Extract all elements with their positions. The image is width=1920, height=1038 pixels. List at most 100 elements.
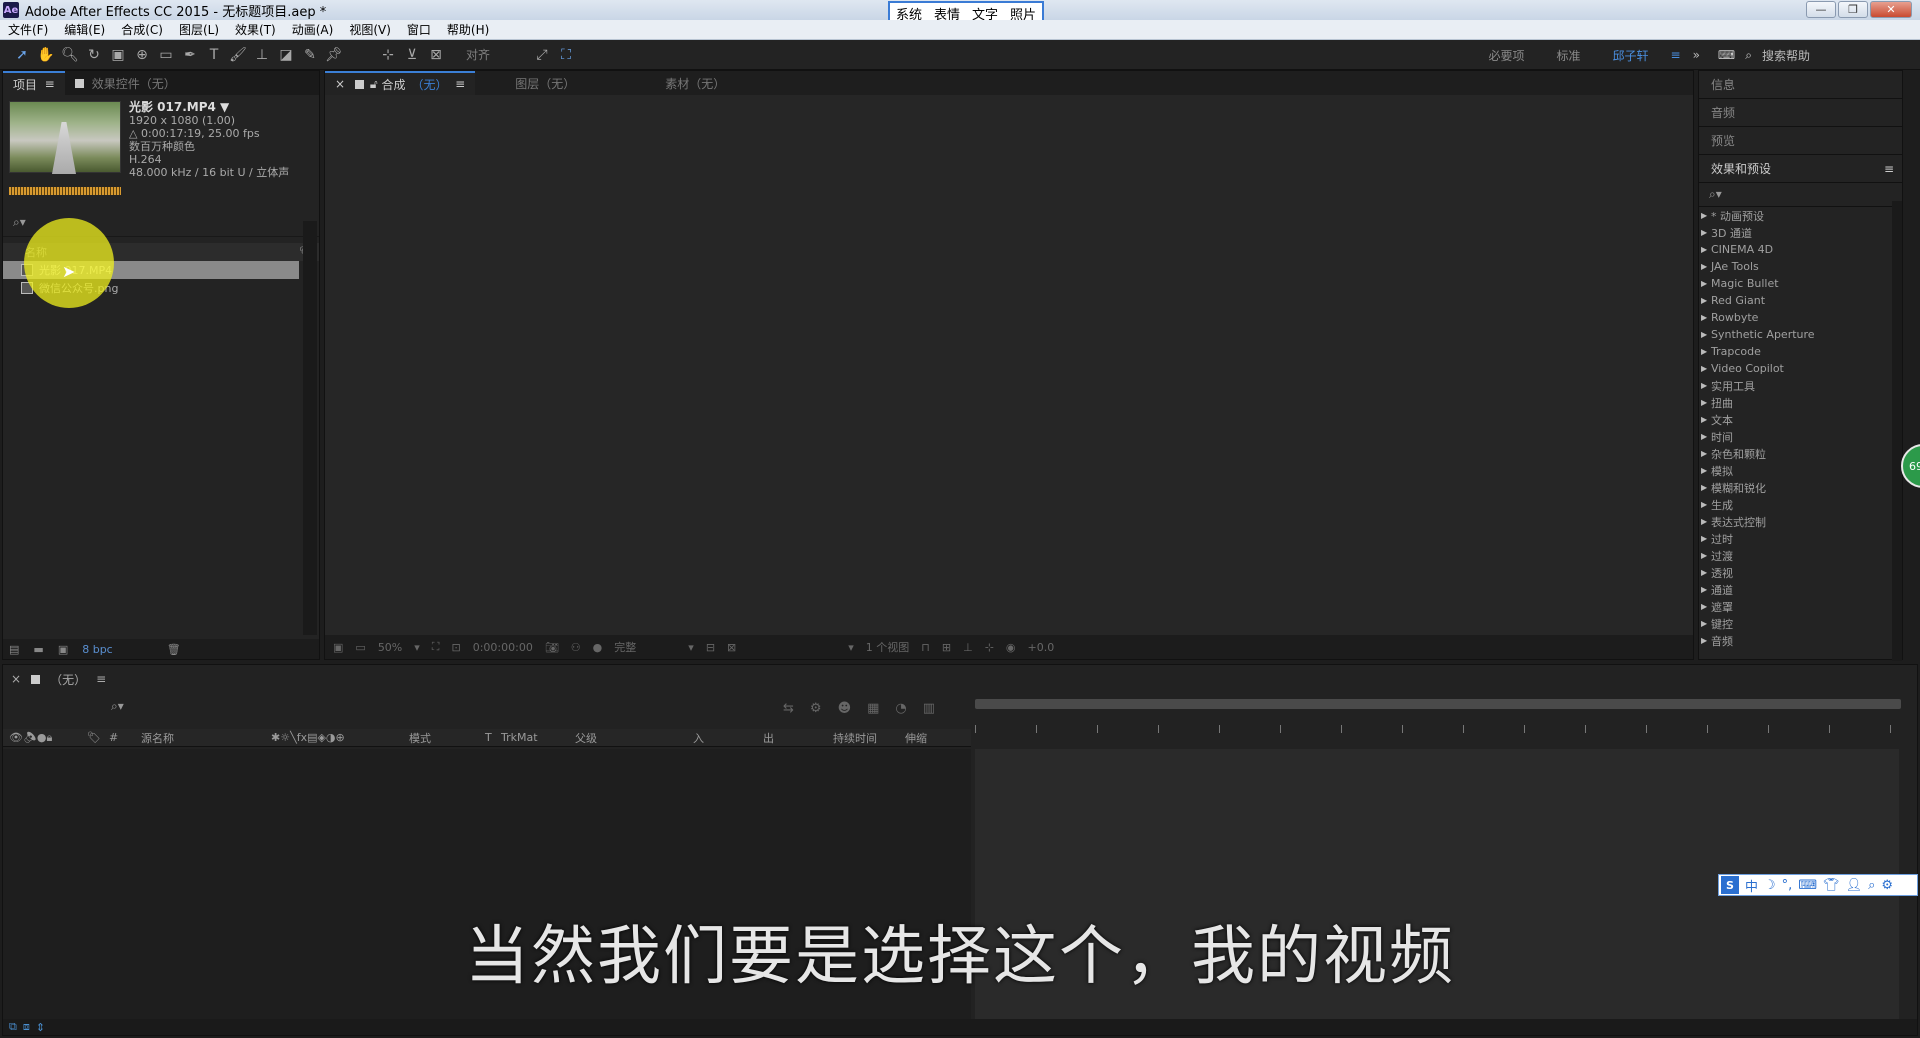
column-preserve-transparency[interactable]: T	[485, 731, 492, 744]
effects-category[interactable]: ▶ 透视	[1701, 564, 1902, 581]
effects-category[interactable]: ▶ Red Giant	[1701, 292, 1902, 309]
menu-layer[interactable]: 图层(L)	[171, 21, 227, 38]
workspace-custom[interactable]: 邱子轩	[1597, 47, 1665, 64]
effects-category[interactable]: ▶ 扭曲	[1701, 394, 1902, 411]
sogou-logo-icon[interactable]: S	[1721, 876, 1739, 894]
new-folder-icon[interactable]: ▬	[33, 643, 43, 656]
search-icon[interactable]: ⌕	[1868, 878, 1875, 893]
column-name[interactable]: 名称	[25, 244, 47, 260]
ime-mode-toggle[interactable]: 中	[1745, 876, 1758, 895]
project-item[interactable]: 光影 017.MP4	[3, 261, 299, 279]
project-scrollbar[interactable]	[303, 221, 317, 635]
local-axis-icon[interactable]: ⊹	[376, 44, 400, 66]
effects-category[interactable]: ▶ Synthetic Aperture	[1701, 326, 1902, 343]
effects-category[interactable]: ▶ Video Copilot	[1701, 360, 1902, 377]
menu-edit[interactable]: 编辑(E)	[56, 21, 113, 38]
exposure-value[interactable]: +0.0	[1028, 641, 1055, 654]
punctuation-icon[interactable]: °,	[1782, 878, 1793, 893]
ime-tab-text[interactable]: 文字	[966, 3, 1004, 23]
tab-footage[interactable]: 素材 （无）	[655, 71, 735, 95]
panel-menu-icon[interactable]: ≡	[96, 672, 106, 686]
snapshot-icon[interactable]: 📷︎	[545, 641, 559, 654]
menu-help[interactable]: 帮助(H)	[439, 21, 497, 38]
exposure-icon[interactable]: ◉	[1006, 641, 1016, 654]
fit-icon[interactable]: ⛶	[432, 640, 440, 654]
column-out[interactable]: 出	[763, 730, 774, 746]
lock-icon[interactable]: 🔓︎	[370, 77, 378, 92]
shy-icon[interactable]: ☻	[838, 701, 852, 716]
motion-blur-icon[interactable]: ◔	[895, 701, 906, 716]
menu-view[interactable]: 视图(V)	[341, 21, 399, 38]
user-icon[interactable]: 👤︎	[1846, 878, 1863, 893]
transfer-controls-icon[interactable]: ⧈	[23, 1020, 30, 1034]
close-icon[interactable]: ×	[335, 77, 345, 91]
roto-brush-tool-icon[interactable]: ✎	[298, 44, 322, 66]
interpret-footage-icon[interactable]: ▤	[9, 643, 19, 656]
column-in[interactable]: 入	[693, 730, 704, 746]
effects-category[interactable]: ▶ 模糊和锐化	[1701, 479, 1902, 496]
effects-category[interactable]: ▶ * 动画预设	[1701, 207, 1902, 224]
floating-badge[interactable]: 69	[1901, 444, 1920, 488]
keyboard-icon[interactable]: ⌨	[1718, 48, 1735, 62]
preview-panel-header[interactable]: 预览	[1699, 127, 1902, 155]
effects-category[interactable]: ▶ 过时	[1701, 530, 1902, 547]
comp-mini-flowchart-icon[interactable]: ⇆	[783, 701, 794, 716]
draft-3d-icon[interactable]: ⚙	[810, 701, 822, 716]
workspace-menu-icon[interactable]: ≡	[1665, 48, 1687, 62]
effects-category[interactable]: ▶ 实用工具	[1701, 377, 1902, 394]
work-area-bar[interactable]	[975, 699, 1901, 709]
resolution-select[interactable]: 完整	[614, 639, 636, 655]
camera-tool-icon[interactable]: ▣	[106, 44, 130, 66]
effects-category[interactable]: ▶ 遮罩	[1701, 598, 1902, 615]
project-search-input[interactable]: ⌕▾	[3, 209, 319, 237]
keyboard-icon[interactable]: ⌨	[1798, 878, 1817, 893]
effects-panel-title[interactable]: 效果和预设	[1711, 160, 1771, 177]
hand-tool-icon[interactable]: ✋	[34, 44, 58, 66]
effects-category[interactable]: ▶ 键控	[1701, 615, 1902, 632]
zoom-select[interactable]: 50%	[378, 641, 402, 654]
menu-animation[interactable]: 动画(A)	[284, 21, 342, 38]
menu-window[interactable]: 窗口	[399, 21, 439, 38]
effects-scrollbar[interactable]	[1892, 201, 1902, 661]
effects-category[interactable]: ▶ 通道	[1701, 581, 1902, 598]
close-button[interactable]: ✕	[1870, 1, 1912, 18]
close-icon[interactable]: ×	[11, 672, 21, 686]
effects-category[interactable]: ▶ 过渡	[1701, 547, 1902, 564]
snap-icon[interactable]: ⤢	[530, 44, 554, 66]
skin-icon[interactable]: 👕︎	[1823, 878, 1840, 893]
column-parent[interactable]: 父级	[575, 730, 597, 746]
layer-switches-toggle-icon[interactable]: ⧉	[9, 1020, 17, 1034]
column-number[interactable]: #	[109, 731, 118, 744]
column-duration[interactable]: 持续时间	[833, 730, 877, 746]
trash-icon[interactable]: 🗑︎	[167, 643, 181, 656]
region-of-interest-icon[interactable]: ⊟	[706, 641, 715, 654]
fast-preview-icon[interactable]: ⊞	[942, 641, 951, 654]
moon-icon[interactable]: ☽	[1764, 878, 1776, 893]
always-preview-icon[interactable]: ▣	[333, 641, 343, 654]
chevron-down-icon[interactable]: ▾	[848, 641, 854, 654]
effects-category[interactable]: ▶ Trapcode	[1701, 343, 1902, 360]
column-mode[interactable]: 模式	[409, 730, 431, 746]
column-stretch[interactable]: 伸缩	[905, 730, 927, 746]
gear-icon[interactable]: ⚙	[1881, 878, 1893, 893]
effects-category[interactable]: ▶ 生成	[1701, 496, 1902, 513]
minimize-button[interactable]: —	[1806, 1, 1836, 18]
frame-blending-icon[interactable]: ▦	[867, 701, 879, 716]
audio-panel-header[interactable]: 音频	[1699, 99, 1902, 127]
effects-search-input[interactable]: ⌕▾	[1699, 183, 1902, 207]
puppet-pin-tool-icon[interactable]: 📌︎	[322, 44, 346, 66]
grid-icon[interactable]: ⊡	[452, 641, 461, 654]
clone-stamp-tool-icon[interactable]: ⊥	[250, 44, 274, 66]
tab-effect-controls[interactable]: 效果控件（无）	[65, 71, 186, 95]
menu-effect[interactable]: 效果(T)	[227, 21, 284, 38]
timeline-tab-label[interactable]: （无）	[50, 671, 86, 688]
chevron-down-icon[interactable]: ▾	[688, 641, 694, 654]
brush-tool-icon[interactable]: 🖌︎	[226, 44, 250, 66]
tab-project[interactable]: 项目 ≡	[3, 71, 65, 95]
ime-tab-photo[interactable]: 照片	[1004, 3, 1042, 23]
effects-category[interactable]: ▶ 模拟	[1701, 462, 1902, 479]
effects-category[interactable]: ▶ 3D 通道	[1701, 224, 1902, 241]
footage-name[interactable]: 光影 017.MP4 ▼	[129, 101, 289, 114]
more-workspaces-icon[interactable]: »	[1687, 48, 1706, 62]
composition-viewer[interactable]	[325, 121, 1693, 637]
